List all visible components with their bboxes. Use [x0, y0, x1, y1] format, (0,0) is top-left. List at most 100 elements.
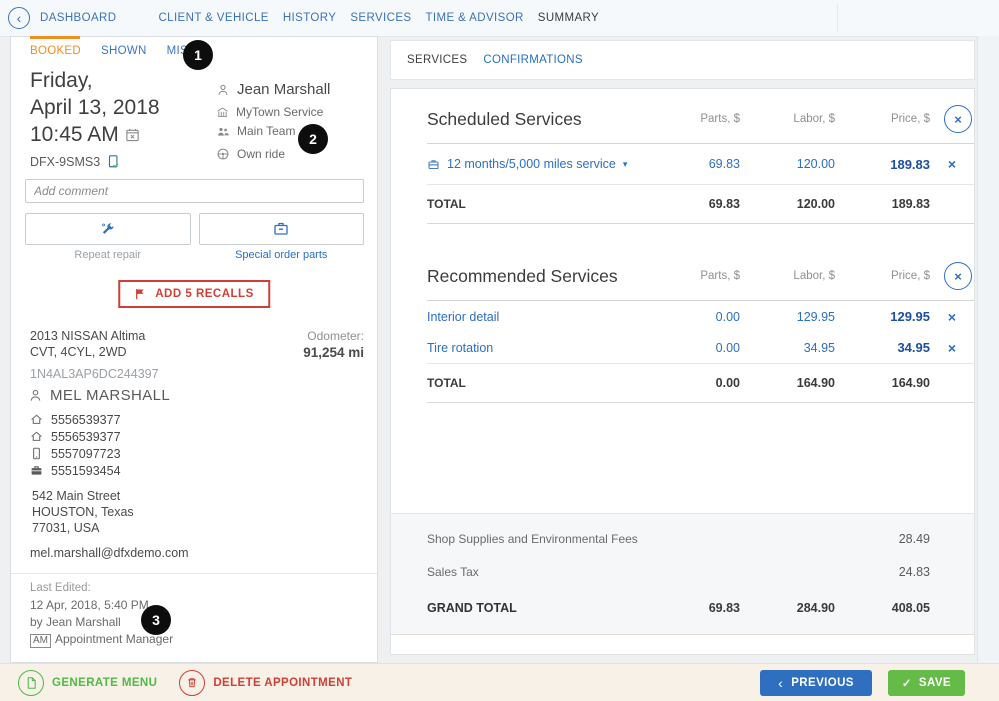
device-confirmed-icon[interactable]	[106, 154, 120, 169]
phone-row: 5556539377	[30, 411, 121, 428]
vertical-scrollbar[interactable]	[977, 36, 999, 663]
tab-booked[interactable]: BOOKED	[30, 45, 81, 57]
nav-item-time-advisor[interactable]: TIME & ADVISOR	[425, 12, 523, 24]
total-price: 164.90	[835, 376, 930, 390]
owner-name-row: MEL MARSHALL	[28, 387, 170, 404]
scheduled-services-title: Scheduled Services	[427, 109, 645, 130]
active-tab-indicator	[30, 36, 80, 39]
tab-services[interactable]: SERVICES	[407, 54, 467, 66]
remove-service-button[interactable]: ×	[930, 156, 974, 172]
remove-service-button[interactable]: ×	[930, 309, 974, 325]
person-icon	[28, 388, 43, 403]
recommended-services-title: Recommended Services	[427, 266, 645, 287]
grand-total-parts: 69.83	[645, 601, 740, 615]
phone-row: 5556539377	[30, 428, 121, 445]
vehicle-model: 2013 NISSAN Altima	[30, 328, 159, 344]
address-line: 542 Main Street	[32, 488, 134, 504]
service-name-link[interactable]: Tire rotation	[427, 341, 645, 355]
service-row: 12 months/5,000 miles service ▾ 69.83 12…	[427, 144, 974, 184]
team-icon	[216, 125, 230, 138]
collapse-recommended-button[interactable]: ×	[944, 262, 972, 290]
previous-button[interactable]: ‹ PREVIOUS	[760, 670, 872, 696]
vehicle-info: 2013 NISSAN Altima CVT, 4CYL, 2WD 1N4AL3…	[30, 328, 159, 382]
fees-label: Shop Supplies and Environmental Fees	[427, 532, 645, 546]
add-recalls-button[interactable]: ADD 5 RECALLS	[118, 280, 270, 308]
service-name: 12 months/5,000 miles service	[447, 157, 616, 171]
service-package-icon	[427, 158, 440, 171]
special-order-parts-button[interactable]	[199, 213, 365, 245]
appointment-time-row: 10:45 AM	[30, 121, 160, 148]
delete-appointment-button[interactable]: DELETE APPOINTMENT	[179, 670, 352, 696]
advisor-name: Jean Marshall	[237, 81, 330, 98]
advisor-row: Jean Marshall	[216, 81, 330, 98]
total-labor: 120.00	[740, 197, 835, 211]
section-divider	[11, 573, 377, 574]
add-recalls-label: ADD 5 RECALLS	[155, 288, 254, 300]
annotation-badge-1: 1	[183, 40, 213, 70]
steering-wheel-icon	[216, 147, 230, 161]
collapse-scheduled-button[interactable]: ×	[944, 105, 972, 133]
sales-tax-label: Sales Tax	[427, 565, 645, 579]
fees-row: Shop Supplies and Environmental Fees 28.…	[427, 522, 974, 555]
odometer: Odometer: 91,254 mi	[303, 329, 364, 360]
recommended-services-section: Recommended Services Parts, $ Labor, $ P…	[391, 252, 974, 403]
odometer-value: 91,254 mi	[303, 345, 364, 360]
total-parts: 69.83	[645, 197, 740, 211]
remove-service-button[interactable]: ×	[930, 340, 974, 356]
delete-appointment-label: DELETE APPOINTMENT	[213, 677, 352, 689]
calendar-icon[interactable]	[125, 127, 140, 142]
nav-item-history[interactable]: HISTORY	[283, 12, 337, 24]
total-labor: 164.90	[740, 376, 835, 390]
building-icon	[216, 106, 229, 119]
service-name: Tire rotation	[427, 341, 493, 355]
nav-item-summary[interactable]: SUMMARY	[538, 12, 599, 24]
comment-input[interactable]	[25, 179, 364, 203]
column-labor: Labor, $	[740, 270, 835, 282]
odometer-label: Odometer:	[303, 329, 364, 343]
repeat-repair-button[interactable]	[25, 213, 191, 245]
grand-total-label: GRAND TOTAL	[427, 601, 645, 615]
special-order-parts-label[interactable]: Special order parts	[199, 249, 365, 261]
back-button[interactable]: ‹	[8, 7, 30, 29]
service-row: Tire rotation 0.00 34.95 34.95 ×	[427, 332, 974, 363]
total-label: TOTAL	[427, 197, 645, 211]
generate-menu-button[interactable]: GENERATE MENU	[18, 670, 157, 696]
services-panel: Scheduled Services Parts, $ Labor, $ Pri…	[390, 88, 975, 655]
price-value: 129.95	[835, 309, 930, 324]
column-parts: Parts, $	[645, 270, 740, 282]
grand-total-row: GRAND TOTAL 69.83 284.90 408.05	[427, 588, 974, 628]
last-edited-label: Last Edited:	[30, 580, 173, 597]
appointment-time: 10:45 AM	[30, 123, 119, 146]
services-tabs-bar: SERVICES CONFIRMATIONS	[390, 40, 975, 80]
save-label: SAVE	[919, 677, 951, 689]
fees-value: 28.49	[835, 532, 930, 546]
transport-label: Own ride	[237, 147, 285, 161]
nav-divider	[837, 4, 838, 32]
save-button[interactable]: ✓ SAVE	[888, 670, 965, 696]
appointment-datetime: Friday, April 13, 2018 10:45 AM	[30, 67, 160, 148]
repeat-repair-label: Repeat repair	[25, 249, 191, 261]
work-phone-icon	[30, 464, 43, 477]
vehicle-vin: 1N4AL3AP6DC244397	[30, 366, 159, 382]
role-abbr-badge: AM	[30, 634, 51, 648]
service-name-link[interactable]: 12 months/5,000 miles service ▾	[427, 157, 645, 171]
tab-shown[interactable]: SHOWN	[101, 45, 147, 57]
address-line: 77031, USA	[32, 520, 134, 536]
parts-box-icon	[273, 221, 289, 237]
team-name: Main Team	[237, 124, 295, 138]
nav-item-client-vehicle[interactable]: CLIENT & VEHICLE	[158, 12, 268, 24]
totals-summary: Shop Supplies and Environmental Fees 28.…	[391, 513, 974, 635]
column-labor: Labor, $	[740, 113, 835, 125]
parts-value: 0.00	[645, 310, 740, 324]
flag-icon	[134, 287, 147, 301]
caret-down-icon[interactable]: ▾	[623, 159, 628, 170]
tab-confirmations[interactable]: CONFIRMATIONS	[483, 54, 583, 66]
service-name-link[interactable]: Interior detail	[427, 310, 645, 324]
nav-item-dashboard[interactable]: DASHBOARD	[40, 12, 116, 24]
owner-name: MEL MARSHALL	[50, 387, 170, 404]
nav-item-services[interactable]: SERVICES	[350, 12, 411, 24]
annotation-badge-3: 3	[141, 605, 171, 635]
recommended-services-header: Recommended Services Parts, $ Labor, $ P…	[427, 252, 974, 301]
generate-menu-label: GENERATE MENU	[52, 677, 157, 689]
service-row: Interior detail 0.00 129.95 129.95 ×	[427, 301, 974, 332]
